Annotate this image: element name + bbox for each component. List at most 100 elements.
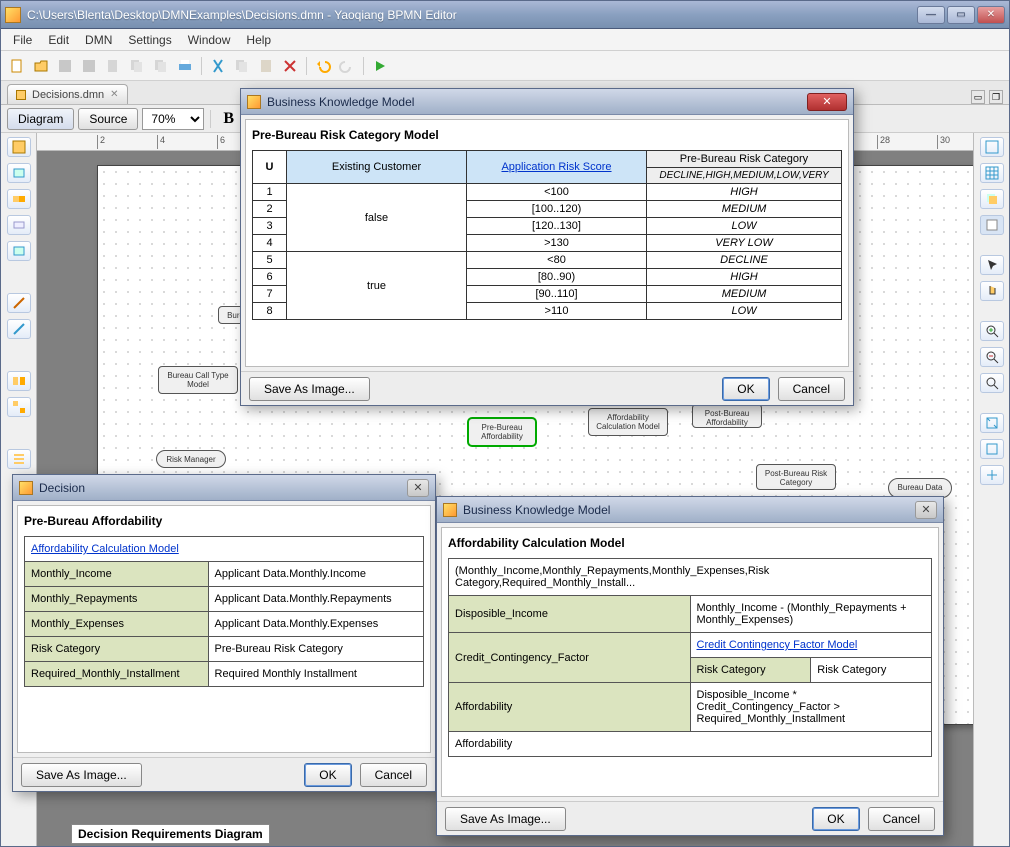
minimize-button[interactable]: — bbox=[917, 6, 945, 24]
cancel-button[interactable]: Cancel bbox=[778, 377, 845, 401]
dialog-titlebar[interactable]: Decision ✕ bbox=[13, 475, 435, 501]
cut-icon[interactable] bbox=[208, 56, 228, 76]
delete-icon[interactable] bbox=[280, 56, 300, 76]
node-pre-bureau-aff[interactable]: Pre-Bureau Affordability bbox=[468, 418, 536, 446]
heading: Pre-Bureau Risk Category Model bbox=[252, 128, 842, 142]
dialog-body: Affordability Calculation Model (Monthly… bbox=[441, 527, 939, 797]
close-icon[interactable]: ✕ bbox=[915, 501, 937, 519]
save-all-icon[interactable] bbox=[79, 56, 99, 76]
tab-close-icon[interactable]: ✕ bbox=[110, 89, 118, 100]
app-icon bbox=[19, 481, 33, 495]
menu-settings[interactable]: Settings bbox=[122, 31, 177, 49]
menu-file[interactable]: File bbox=[7, 31, 38, 49]
ok-button[interactable]: OK bbox=[304, 763, 351, 787]
palette-knowledge-icon[interactable] bbox=[7, 241, 31, 261]
menubar: File Edit DMN Settings Window Help bbox=[1, 29, 1009, 51]
save-as-image-button[interactable]: Save As Image... bbox=[21, 763, 142, 787]
run-icon[interactable] bbox=[370, 56, 390, 76]
dialog-footer: Save As Image... OK Cancel bbox=[437, 801, 943, 835]
menu-window[interactable]: Window bbox=[182, 31, 237, 49]
tabbar-right: ▭ ❐ bbox=[971, 90, 1003, 104]
close-icon[interactable]: ✕ bbox=[407, 479, 429, 497]
node-post-bureau-risk[interactable]: Post-Bureau Risk Category bbox=[756, 464, 836, 490]
palette-grid2-icon[interactable] bbox=[980, 163, 1004, 183]
redo-icon[interactable] bbox=[337, 56, 357, 76]
tab-max-icon[interactable]: ❐ bbox=[989, 90, 1003, 104]
ok-button[interactable]: OK bbox=[722, 377, 769, 401]
col-link[interactable]: Application Risk Score bbox=[501, 161, 611, 173]
decision-bindings-table: Affordability Calculation Model Monthly_… bbox=[24, 536, 424, 687]
palette-grid-icon[interactable] bbox=[980, 137, 1004, 157]
node-bct-model[interactable]: Bureau Call Type Model bbox=[158, 366, 238, 394]
app-icon bbox=[5, 7, 21, 23]
palette-layers-icon[interactable] bbox=[980, 189, 1004, 209]
copy-icon[interactable] bbox=[232, 56, 252, 76]
toolbar-separator bbox=[363, 57, 364, 75]
palette-decision-icon[interactable] bbox=[7, 163, 31, 183]
window-title: C:\Users\Blenta\Desktop\DMNExamples\Deci… bbox=[27, 8, 915, 22]
save-as-image-button[interactable]: Save As Image... bbox=[249, 377, 370, 401]
toolbar-separator bbox=[210, 110, 211, 128]
palette-align2-icon[interactable] bbox=[980, 439, 1004, 459]
col-existing-customer: Existing Customer bbox=[287, 151, 467, 184]
dialog-title: Decision bbox=[39, 481, 407, 495]
right-palette bbox=[973, 133, 1009, 846]
palette-input-icon[interactable] bbox=[7, 215, 31, 235]
palette-group1-icon[interactable] bbox=[7, 371, 31, 391]
dialog-footer: Save As Image... OK Cancel bbox=[13, 757, 435, 791]
new-icon[interactable] bbox=[7, 56, 27, 76]
page-label: Decision Requirements Diagram bbox=[71, 824, 270, 844]
palette-pointer-icon[interactable] bbox=[7, 137, 31, 157]
ok-button[interactable]: OK bbox=[812, 807, 859, 831]
bold-button[interactable]: B bbox=[217, 110, 240, 128]
node-bureau-data[interactable]: Bureau Data bbox=[888, 478, 952, 498]
node-aff-calc-model[interactable]: Affordability Calculation Model bbox=[588, 408, 668, 436]
palette-zoomin-icon[interactable] bbox=[980, 321, 1004, 341]
cancel-button[interactable]: Cancel bbox=[868, 807, 935, 831]
palette-align3-icon[interactable] bbox=[980, 465, 1004, 485]
paste-icon[interactable] bbox=[256, 56, 276, 76]
palette-overview-icon[interactable] bbox=[980, 215, 1004, 235]
close-button[interactable]: ✕ bbox=[977, 6, 1005, 24]
menu-help[interactable]: Help bbox=[240, 31, 277, 49]
palette-zoomout-icon[interactable] bbox=[980, 347, 1004, 367]
palette-link1-icon[interactable] bbox=[7, 293, 31, 313]
document-tab[interactable]: Decisions.dmn ✕ bbox=[7, 84, 128, 104]
pages-icon[interactable] bbox=[151, 56, 171, 76]
node-post-bureau-aff[interactable]: Post-Bureau Affordability bbox=[692, 404, 762, 428]
col-app-risk-score: Application Risk Score bbox=[467, 151, 647, 184]
ccf-link[interactable]: Credit Contingency Factor Model bbox=[697, 639, 858, 651]
diagram-button[interactable]: Diagram bbox=[7, 108, 74, 130]
model-link[interactable]: Affordability Calculation Model bbox=[31, 543, 179, 555]
dialog-body: Pre-Bureau Risk Category Model U Existin… bbox=[245, 119, 849, 367]
palette-zoomfit-icon[interactable] bbox=[980, 373, 1004, 393]
save-as-image-button[interactable]: Save As Image... bbox=[445, 807, 566, 831]
maximize-button[interactable]: ▭ bbox=[947, 6, 975, 24]
palette-bkm-icon[interactable] bbox=[7, 189, 31, 209]
palette-group2-icon[interactable] bbox=[7, 397, 31, 417]
tab-restore-icon[interactable]: ▭ bbox=[971, 90, 985, 104]
palette-select-icon[interactable] bbox=[980, 255, 1004, 275]
open-icon[interactable] bbox=[31, 56, 51, 76]
palette-hand-icon[interactable] bbox=[980, 281, 1004, 301]
menu-dmn[interactable]: DMN bbox=[79, 31, 118, 49]
palette-list-icon[interactable] bbox=[7, 449, 31, 469]
menu-edit[interactable]: Edit bbox=[42, 31, 75, 49]
dialog-titlebar[interactable]: Business Knowledge Model ✕ bbox=[437, 497, 943, 523]
close-icon[interactable]: ✕ bbox=[807, 93, 847, 111]
undo-icon[interactable] bbox=[313, 56, 333, 76]
dialog-bkm1: Business Knowledge Model ✕ Pre-Bureau Ri… bbox=[240, 88, 854, 406]
palette-align1-icon[interactable] bbox=[980, 413, 1004, 433]
dialog-title: Business Knowledge Model bbox=[267, 95, 807, 109]
node-risk-manager[interactable]: Risk Manager bbox=[156, 450, 226, 468]
page-icon[interactable] bbox=[103, 56, 123, 76]
cancel-button[interactable]: Cancel bbox=[360, 763, 427, 787]
source-button[interactable]: Source bbox=[78, 108, 138, 130]
zoom-select[interactable]: 70% bbox=[142, 108, 204, 130]
copy-page-icon[interactable] bbox=[127, 56, 147, 76]
toolbar bbox=[1, 51, 1009, 81]
palette-link2-icon[interactable] bbox=[7, 319, 31, 339]
dialog-titlebar[interactable]: Business Knowledge Model ✕ bbox=[241, 89, 853, 115]
print-icon[interactable] bbox=[175, 56, 195, 76]
save-icon[interactable] bbox=[55, 56, 75, 76]
